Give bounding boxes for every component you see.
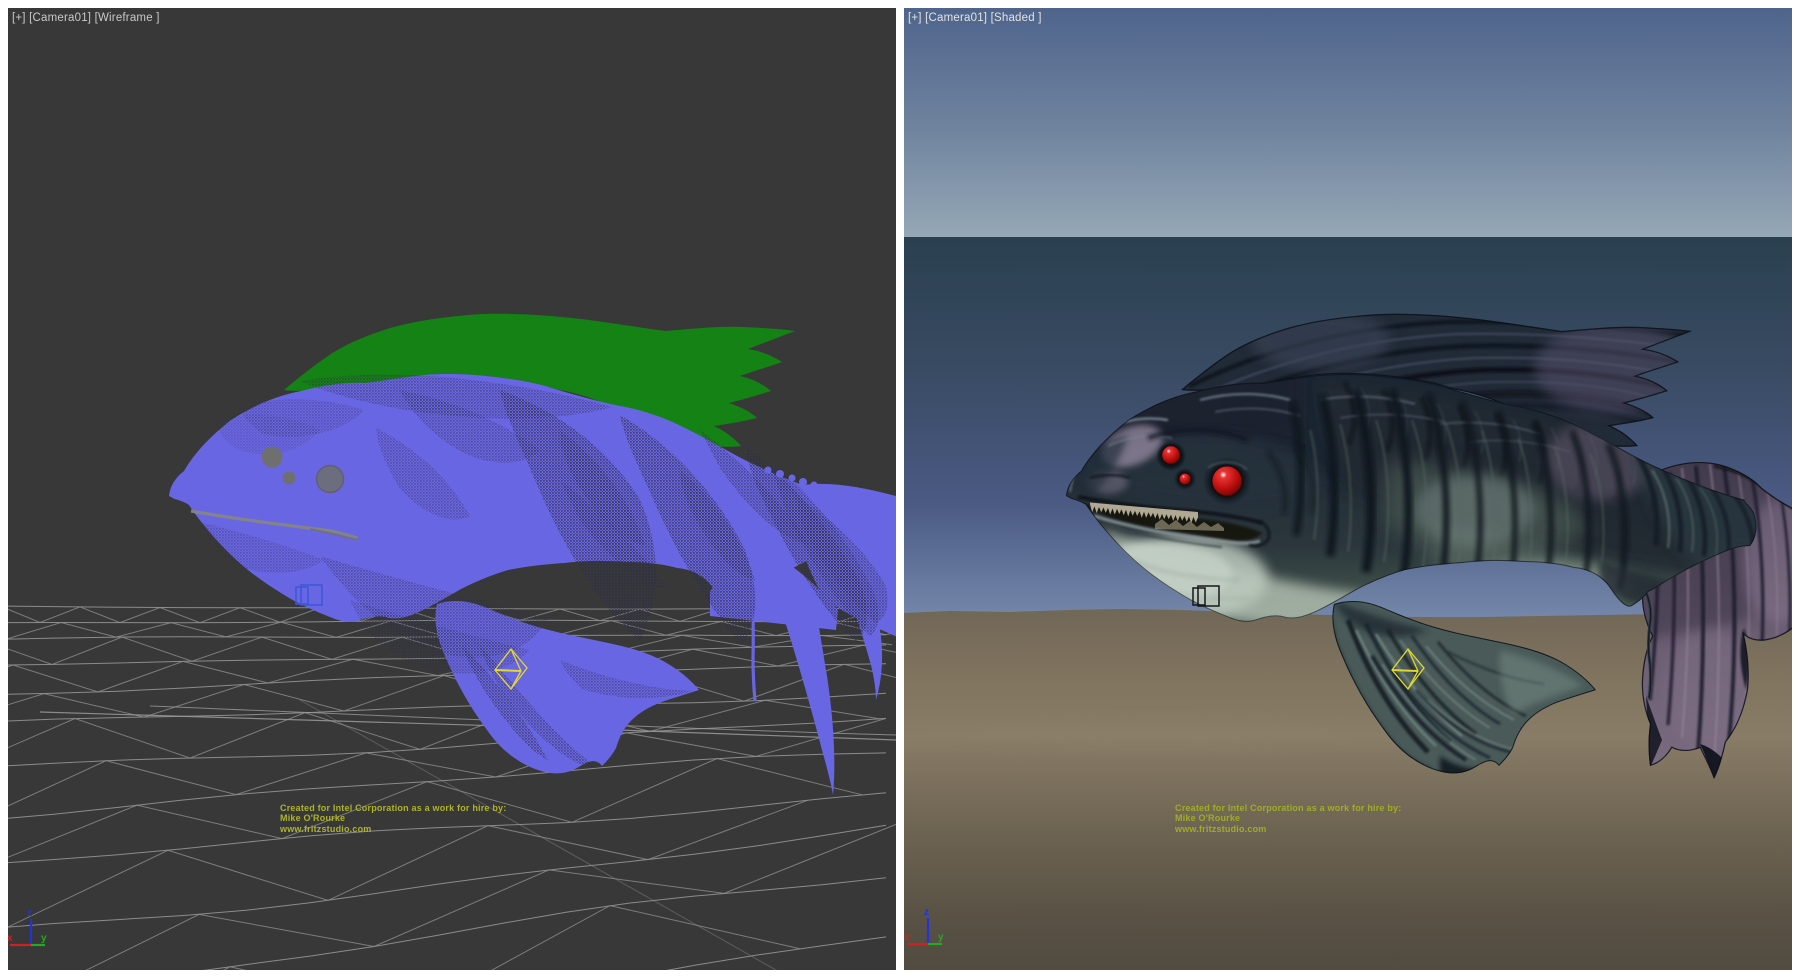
svg-text:x: x xyxy=(8,933,13,944)
svg-text:z: z xyxy=(27,908,32,919)
svg-text:x: x xyxy=(904,932,910,943)
svg-text:y: y xyxy=(41,933,47,944)
svg-text:Mike O'Rourke: Mike O'Rourke xyxy=(1175,813,1240,823)
svg-text:Created for Intel Corporation: Created for Intel Corporation as a work … xyxy=(280,803,506,813)
svg-text:y: y xyxy=(938,932,944,943)
svg-text:Created for Intel Corporation: Created for Intel Corporation as a work … xyxy=(1175,803,1401,813)
svg-text:www.fritzstudio.com: www.fritzstudio.com xyxy=(279,824,371,834)
svg-text:Mike O'Rourke: Mike O'Rourke xyxy=(280,813,345,823)
svg-text:z: z xyxy=(924,907,929,918)
svg-text:www.fritzstudio.com: www.fritzstudio.com xyxy=(1174,824,1266,834)
